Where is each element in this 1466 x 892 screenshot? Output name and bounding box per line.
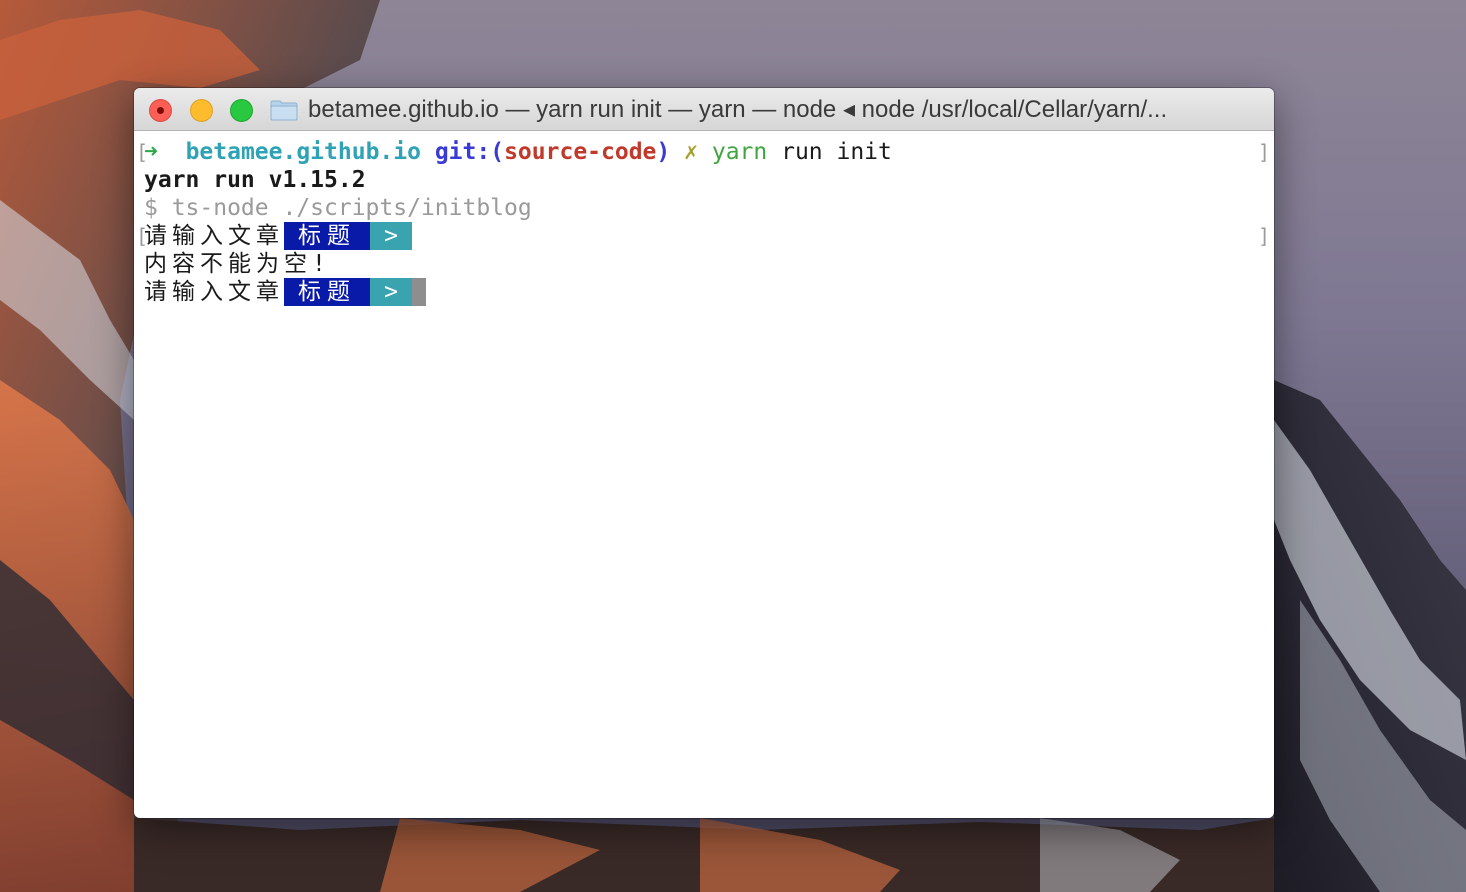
prompt-badge: 标题 — [284, 222, 370, 250]
git-prefix: git:( — [434, 139, 505, 165]
terminal-content[interactable]: [ ➜ betamee.github.io git:(source-code) … — [134, 132, 1274, 818]
error-message: 内容不能为空! — [144, 251, 331, 277]
prompt-question-2: 请输入文章 — [144, 279, 284, 305]
prompt-question-line-2[interactable]: 请输入文章 标题 > — [144, 278, 426, 306]
close-button[interactable] — [149, 99, 172, 122]
maximize-button[interactable] — [230, 99, 253, 122]
folder-icon — [270, 100, 298, 121]
text-cursor[interactable] — [412, 278, 426, 306]
prompt-directory: betamee.github.io — [185, 139, 421, 165]
git-branch: source-code — [504, 139, 657, 165]
prompt-line: ➜ betamee.github.io git:(source-code) ✗ … — [144, 138, 892, 166]
prompt-question-line: 请输入文章 标题 > — [144, 222, 412, 250]
terminal-window[interactable]: betamee.github.io — yarn run init — yarn… — [134, 88, 1274, 818]
line-mark-right: ] — [1257, 140, 1270, 164]
minimize-button[interactable] — [190, 99, 213, 122]
title-bar[interactable]: betamee.github.io — yarn run init — yarn… — [134, 88, 1274, 131]
prompt-arrow-icon: ➜ — [144, 139, 158, 165]
prompt-chevron-icon-2: > — [370, 278, 412, 306]
dirty-icon: ✗ — [684, 139, 698, 165]
prompt-question: 请输入文章 — [144, 223, 284, 249]
line-mark-right: ] — [1257, 224, 1270, 248]
command-name: yarn — [711, 139, 768, 165]
window-title: betamee.github.io — yarn run init — yarn… — [308, 96, 1168, 123]
command-args: run init — [781, 139, 892, 165]
prompt-badge-2: 标题 — [284, 278, 370, 306]
yarn-version-line: yarn run v1.15.2 — [144, 167, 366, 193]
script-line: $ ts-node ./scripts/initblog — [144, 195, 532, 221]
git-suffix: ) — [656, 139, 671, 165]
prompt-chevron-icon: > — [370, 222, 412, 250]
